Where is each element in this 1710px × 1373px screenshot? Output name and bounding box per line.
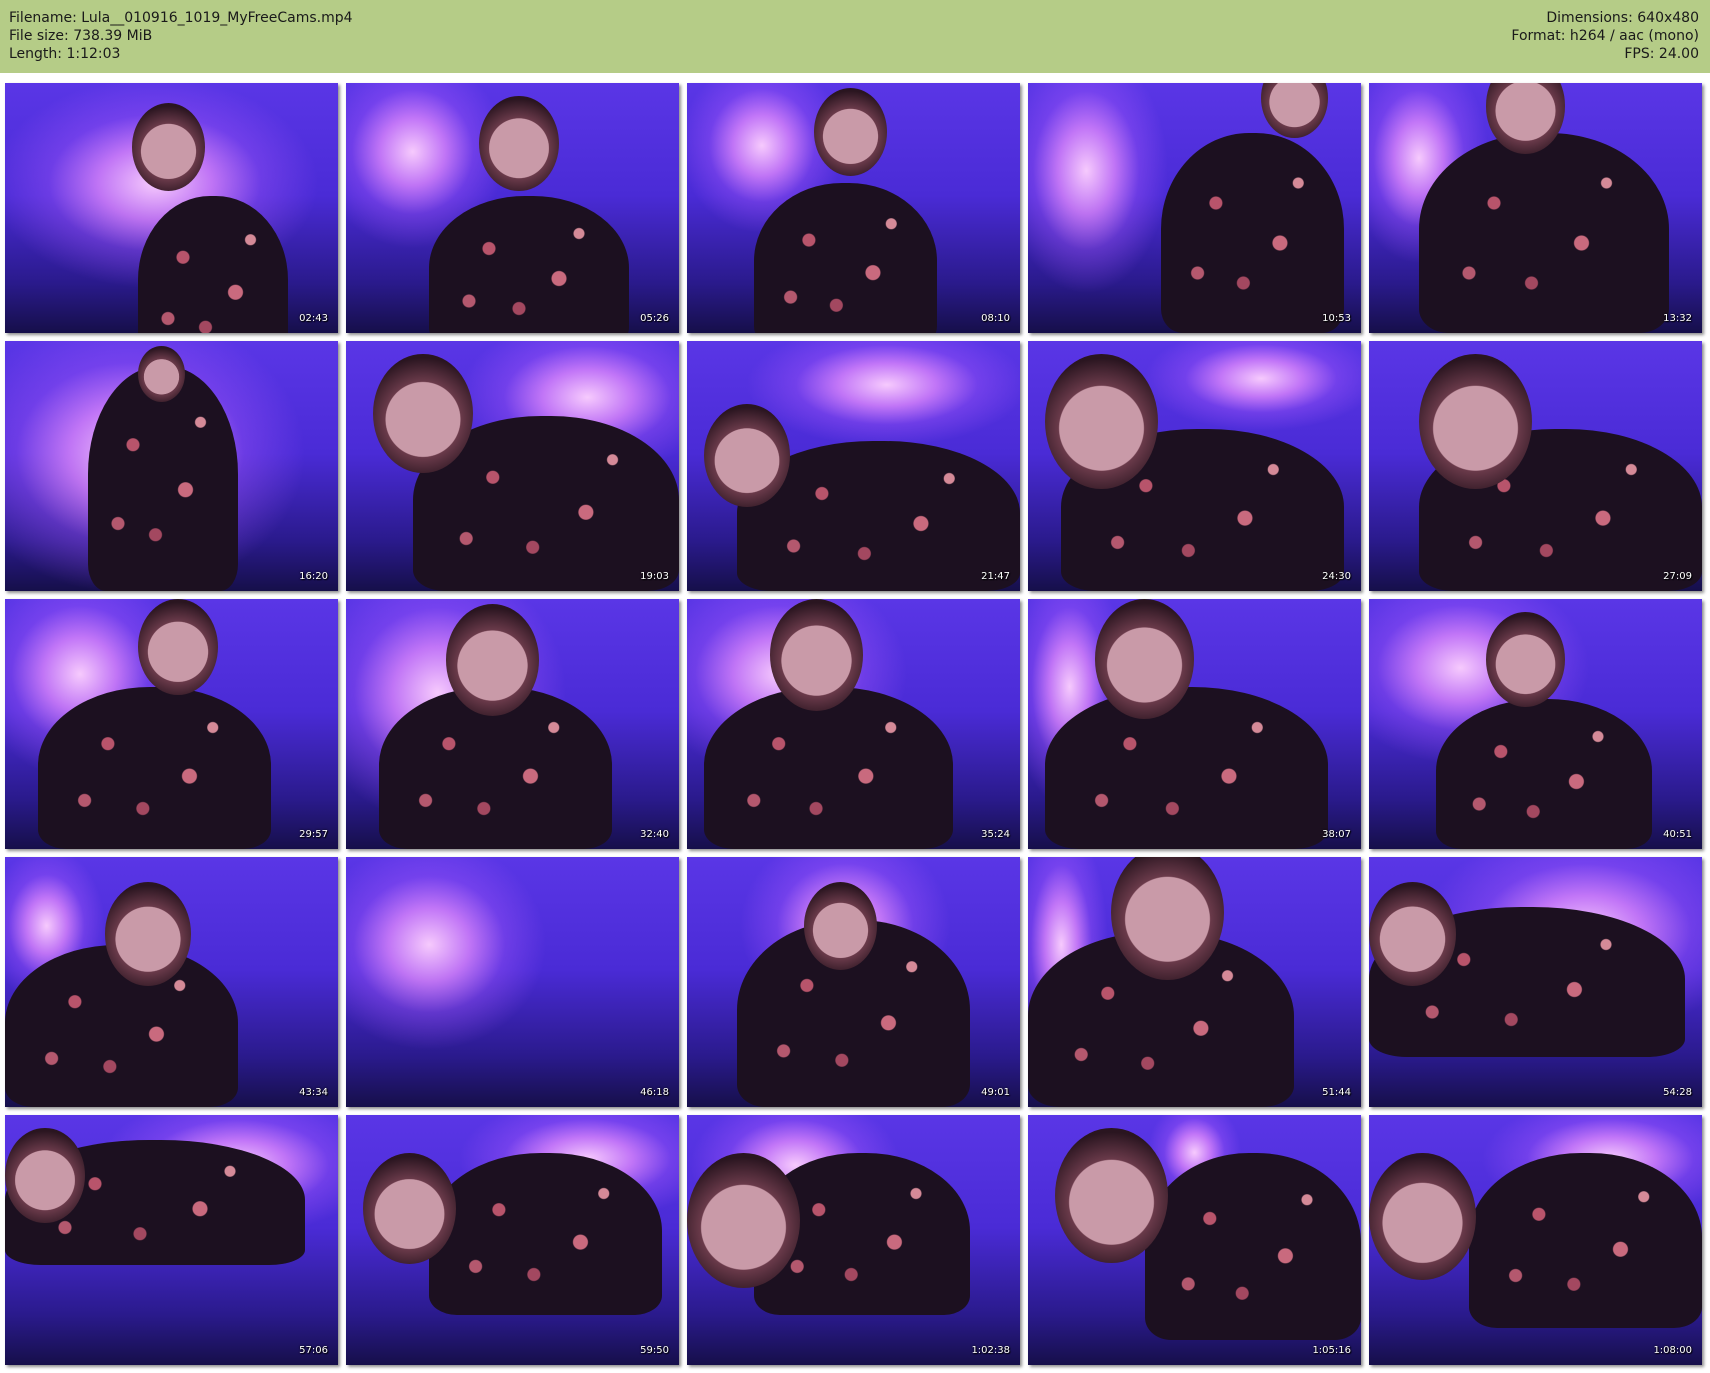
video-thumbnail: 32:40 <box>346 599 679 849</box>
video-thumbnail: 54:28 <box>1369 857 1702 1107</box>
format-text: Format: h264 / aac (mono) <box>1511 28 1699 44</box>
person-head <box>104 882 192 986</box>
person-figure <box>1161 133 1345 333</box>
video-thumbnail: 1:05:16 <box>1028 1115 1361 1365</box>
person-figure <box>1418 133 1669 333</box>
person-head <box>770 599 864 711</box>
video-thumbnail: 21:47 <box>687 341 1020 591</box>
video-thumbnail: 43:34 <box>5 857 338 1107</box>
timestamp-label: 16:20 <box>299 571 328 582</box>
person-head <box>687 1152 801 1289</box>
person-figure <box>1144 1152 1361 1340</box>
video-thumbnail: 46:18 <box>346 857 679 1107</box>
video-thumbnail: 02:43 <box>5 83 338 333</box>
thumbnail-grid: 02:43 05:26 08:10 10:53 13:32 16:20 19:03 21:47… <box>5 83 1705 1368</box>
timestamp-label: 43:34 <box>299 1087 328 1098</box>
video-thumbnail: 05:26 <box>346 83 679 333</box>
person-head <box>1094 599 1195 719</box>
file-info: Filename: Lula__010916_1019_MyFreeCams.m… <box>9 9 353 63</box>
person-head <box>1485 611 1566 708</box>
timestamp-label: 40:51 <box>1663 829 1692 840</box>
video-thumbnail: 16:20 <box>5 341 338 591</box>
video-thumbnail: 40:51 <box>1369 599 1702 849</box>
person-head <box>1054 1127 1168 1264</box>
timestamp-label: 21:47 <box>981 571 1010 582</box>
person-figure <box>1468 1152 1702 1328</box>
timestamp-label: 19:03 <box>640 571 669 582</box>
timestamp-label: 35:24 <box>981 829 1010 840</box>
person-head <box>138 346 185 402</box>
video-thumbnail: 35:24 <box>687 599 1020 849</box>
length-text: Length: 1:12:03 <box>9 46 121 62</box>
timestamp-label: 05:26 <box>640 313 669 324</box>
timestamp-label: 1:05:16 <box>1312 1345 1351 1356</box>
timestamp-label: 54:28 <box>1663 1087 1692 1098</box>
video-thumbnail: 1:02:38 <box>687 1115 1020 1365</box>
timestamp-label: 13:32 <box>1663 313 1692 324</box>
timestamp-label: 02:43 <box>299 313 328 324</box>
info-header: Filename: Lula__010916_1019_MyFreeCams.m… <box>0 0 1710 73</box>
person-head <box>5 1127 85 1224</box>
timestamp-label: 1:02:38 <box>971 1345 1010 1356</box>
timestamp-label: 08:10 <box>981 313 1010 324</box>
video-info: Dimensions: 640x480 Format: h264 / aac (… <box>1511 9 1699 63</box>
timestamp-label: 59:50 <box>640 1345 669 1356</box>
person-figure <box>38 686 272 849</box>
video-thumbnail: 29:57 <box>5 599 338 849</box>
person-figure <box>753 183 937 333</box>
video-thumbnail: 19:03 <box>346 341 679 591</box>
person-figure <box>429 195 630 333</box>
video-thumbnail: 59:50 <box>346 1115 679 1365</box>
person-figure <box>429 1152 663 1315</box>
timestamp-label: 1:08:00 <box>1653 1345 1692 1356</box>
video-thumbnail: 10:53 <box>1028 83 1361 333</box>
string-lights-glow <box>346 857 679 1107</box>
filename-text: Filename: Lula__010916_1019_MyFreeCams.m… <box>9 10 353 26</box>
timestamp-label: 27:09 <box>1663 571 1692 582</box>
person-figure <box>703 686 954 849</box>
timestamp-label: 29:57 <box>299 829 328 840</box>
video-thumbnail: 51:44 <box>1028 857 1361 1107</box>
person-head <box>1369 882 1456 986</box>
timestamp-label: 10:53 <box>1322 313 1351 324</box>
person-head <box>479 95 560 192</box>
video-thumbnail: 08:10 <box>687 83 1020 333</box>
person-head <box>813 88 887 176</box>
video-thumbnail: 38:07 <box>1028 599 1361 849</box>
video-thumbnail: 49:01 <box>687 857 1020 1107</box>
person-head <box>703 403 791 508</box>
person-head <box>1418 353 1533 490</box>
person-head <box>131 103 205 191</box>
timestamp-label: 38:07 <box>1322 829 1351 840</box>
fps-text: FPS: 24.00 <box>1624 46 1699 62</box>
video-thumbnail: 1:08:00 <box>1369 1115 1702 1365</box>
timestamp-label: 51:44 <box>1322 1087 1351 1098</box>
person-head <box>362 1152 456 1265</box>
timestamp-label: 46:18 <box>640 1087 669 1098</box>
person-head <box>138 599 219 695</box>
person-head <box>803 882 877 970</box>
timestamp-label: 32:40 <box>640 829 669 840</box>
video-thumbnail: 57:06 <box>5 1115 338 1365</box>
timestamp-label: 57:06 <box>299 1345 328 1356</box>
video-thumbnail: 27:09 <box>1369 341 1702 591</box>
person-head <box>1369 1152 1476 1281</box>
person-head <box>372 353 473 474</box>
timestamp-label: 24:30 <box>1322 571 1351 582</box>
person-figure <box>1435 699 1653 849</box>
person-figure <box>1044 686 1328 849</box>
person-head <box>1044 353 1158 490</box>
dimensions-text: Dimensions: 640x480 <box>1546 10 1699 26</box>
video-thumbnail: 24:30 <box>1028 341 1361 591</box>
filesize-text: File size: 738.39 MiB <box>9 28 153 44</box>
timestamp-label: 49:01 <box>981 1087 1010 1098</box>
person-head <box>445 604 540 716</box>
video-thumbnail: 13:32 <box>1369 83 1702 333</box>
